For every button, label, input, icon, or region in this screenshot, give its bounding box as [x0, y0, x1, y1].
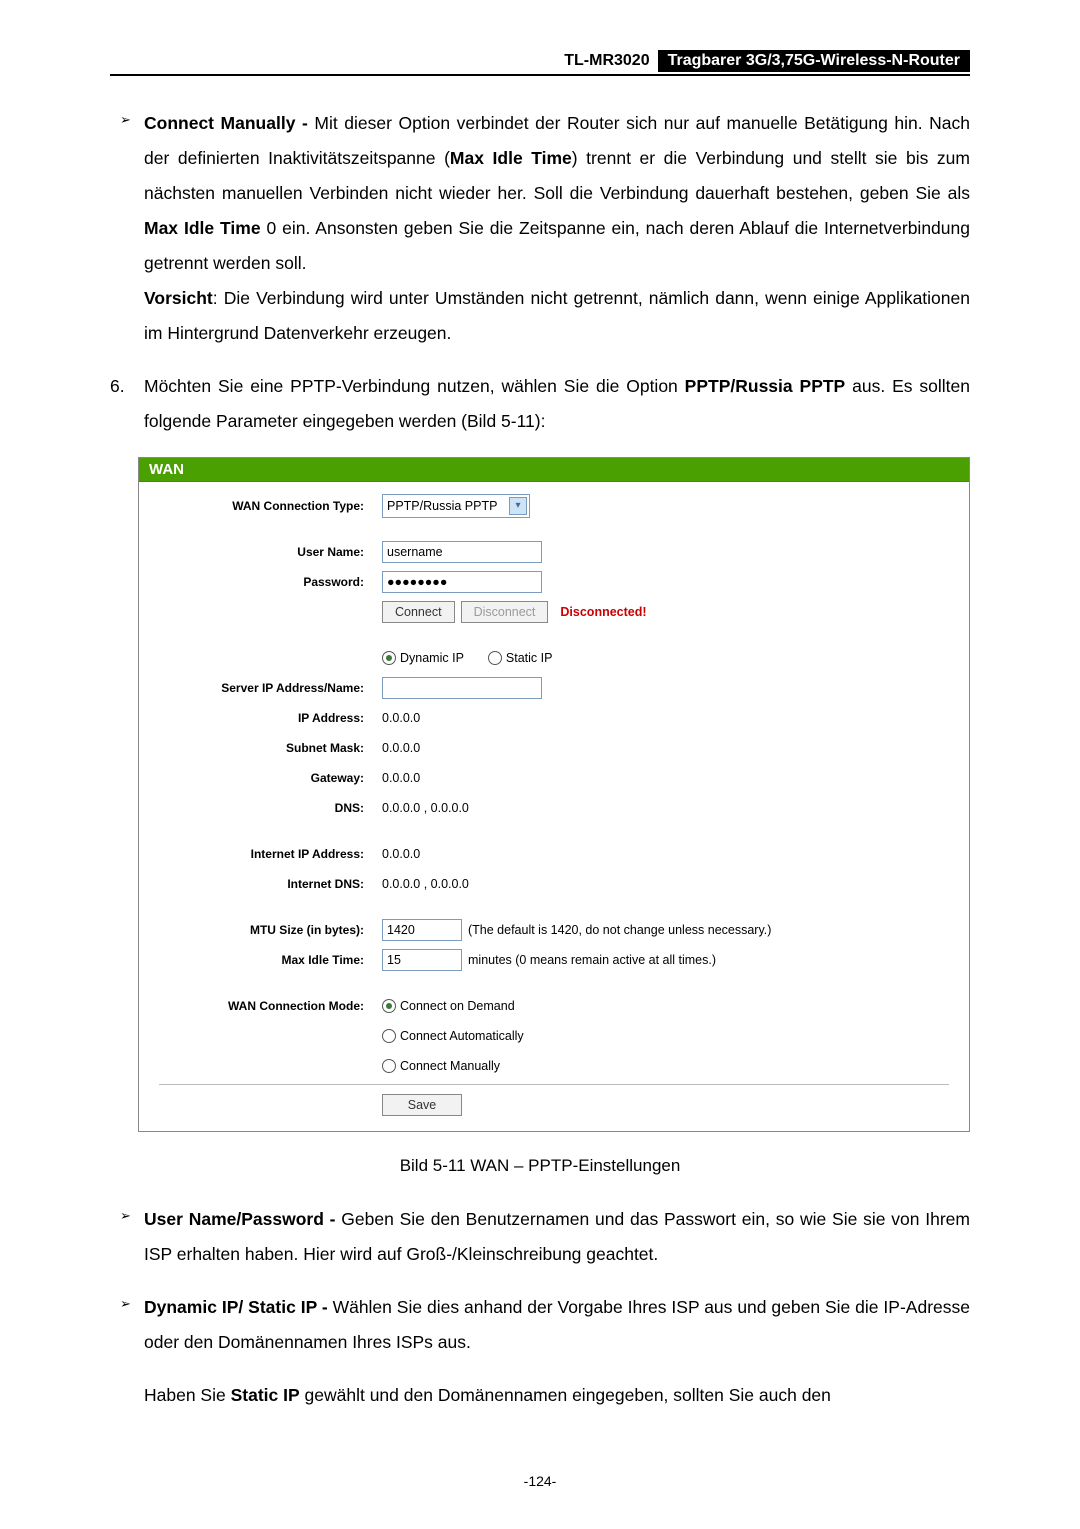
input-mtu[interactable] — [382, 919, 462, 941]
idle-note: minutes (0 means remain active at all ti… — [468, 953, 716, 967]
label-internet-ip: Internet IP Address: — [159, 847, 382, 861]
input-idle[interactable] — [382, 949, 462, 971]
radio-mode-manual[interactable]: Connect Manually — [382, 1059, 500, 1073]
header-desc: Tragbarer 3G/3,75G-Wireless-N-Router — [658, 50, 970, 72]
radio-label: Static IP — [506, 651, 553, 665]
warning-label: Vorsicht — [144, 288, 213, 308]
radio-mode-auto[interactable]: Connect Automatically — [382, 1029, 524, 1043]
para-text: Haben Sie — [144, 1385, 231, 1405]
bullet-user-password: ➢ User Name/Password - Geben Sie den Ben… — [120, 1202, 970, 1272]
value-gateway: 0.0.0.0 — [382, 771, 420, 785]
bullet-title: Dynamic IP/ Static IP - — [144, 1297, 333, 1317]
figure-caption: Bild 5-11 WAN – PPTP-Einstellungen — [110, 1156, 970, 1176]
figure-wan-pptp: WAN WAN Connection Type: PPTP/Russia PPT… — [138, 457, 970, 1132]
radio-dynamic-ip[interactable]: Dynamic IP — [382, 651, 464, 665]
warning-text: : Die Verbindung wird unter Umständen ni… — [144, 288, 970, 343]
radio-dot-icon — [382, 651, 396, 665]
figure-title: WAN — [139, 458, 969, 482]
chevron-down-icon: ▾ — [509, 497, 527, 515]
numbered-text: Möchten Sie eine PPTP-Verbindung nutzen,… — [144, 376, 685, 396]
radio-dot-icon — [488, 651, 502, 665]
para-bold: Static IP — [231, 1385, 300, 1405]
label-mtu: MTU Size (in bytes): — [159, 923, 382, 937]
save-button[interactable]: Save — [382, 1094, 462, 1116]
bullet-marker: ➢ — [120, 106, 144, 351]
radio-static-ip[interactable]: Static IP — [488, 651, 553, 665]
label-password: Password: — [159, 575, 382, 589]
value-dns: 0.0.0.0 , 0.0.0.0 — [382, 801, 469, 815]
radio-dot-icon — [382, 1029, 396, 1043]
header-model: TL-MR3020 — [556, 50, 657, 72]
page-header: TL-MR3020 Tragbarer 3G/3,75G-Wireless-N-… — [110, 50, 970, 76]
para-static-ip: Haben Sie Static IP gewählt und den Domä… — [144, 1378, 970, 1413]
page-number: -124- — [110, 1473, 970, 1489]
bold-max-idle: Max Idle Time — [450, 148, 572, 168]
input-server[interactable] — [382, 677, 542, 699]
bullet-text: 0 ein. Ansonsten geben Sie die Zeitspann… — [144, 218, 970, 273]
status-text: Disconnected! — [560, 605, 646, 619]
label-gateway: Gateway: — [159, 771, 382, 785]
label-dns: DNS: — [159, 801, 382, 815]
bullet-title: User Name/Password - — [144, 1209, 341, 1229]
radio-label: Connect on Demand — [400, 999, 515, 1013]
label-mask: Subnet Mask: — [159, 741, 382, 755]
select-conn-type[interactable]: PPTP/Russia PPTP ▾ — [382, 494, 530, 518]
value-internet-dns: 0.0.0.0 , 0.0.0.0 — [382, 877, 469, 891]
value-internet-ip: 0.0.0.0 — [382, 847, 420, 861]
numbered-item-6: 6. Möchten Sie eine PPTP-Verbindung nutz… — [110, 369, 970, 439]
radio-label: Connect Automatically — [400, 1029, 524, 1043]
para-text: gewählt und den Domänennamen eingegeben,… — [300, 1385, 831, 1405]
value-mask: 0.0.0.0 — [382, 741, 420, 755]
label-idle: Max Idle Time: — [159, 953, 382, 967]
radio-dot-icon — [382, 999, 396, 1013]
select-value: PPTP/Russia PPTP — [387, 499, 505, 513]
radio-label: Connect Manually — [400, 1059, 500, 1073]
value-ip: 0.0.0.0 — [382, 711, 420, 725]
disconnect-button[interactable]: Disconnect — [461, 601, 549, 623]
radio-dot-icon — [382, 1059, 396, 1073]
input-password[interactable] — [382, 571, 542, 593]
label-ip: IP Address: — [159, 711, 382, 725]
bullet-dynamic-static: ➢ Dynamic IP/ Static IP - Wählen Sie die… — [120, 1290, 970, 1360]
bullet-marker: ➢ — [120, 1290, 144, 1360]
number-marker: 6. — [110, 369, 144, 439]
label-username: User Name: — [159, 545, 382, 559]
bullet-marker: ➢ — [120, 1202, 144, 1272]
mtu-note: (The default is 1420, do not change unle… — [468, 923, 771, 937]
label-conn-type: WAN Connection Type: — [159, 499, 382, 513]
input-username[interactable] — [382, 541, 542, 563]
bullet-connect-manually: ➢ Connect Manually - Mit dieser Option v… — [120, 106, 970, 351]
label-internet-dns: Internet DNS: — [159, 877, 382, 891]
label-mode: WAN Connection Mode: — [159, 999, 382, 1013]
radio-mode-demand[interactable]: Connect on Demand — [382, 999, 515, 1013]
numbered-bold: PPTP/Russia PPTP — [685, 376, 846, 396]
connect-button[interactable]: Connect — [382, 601, 455, 623]
bold-max-idle: Max Idle Time — [144, 218, 261, 238]
label-server: Server IP Address/Name: — [159, 681, 382, 695]
radio-label: Dynamic IP — [400, 651, 464, 665]
bullet-title: Connect Manually - — [144, 113, 314, 133]
